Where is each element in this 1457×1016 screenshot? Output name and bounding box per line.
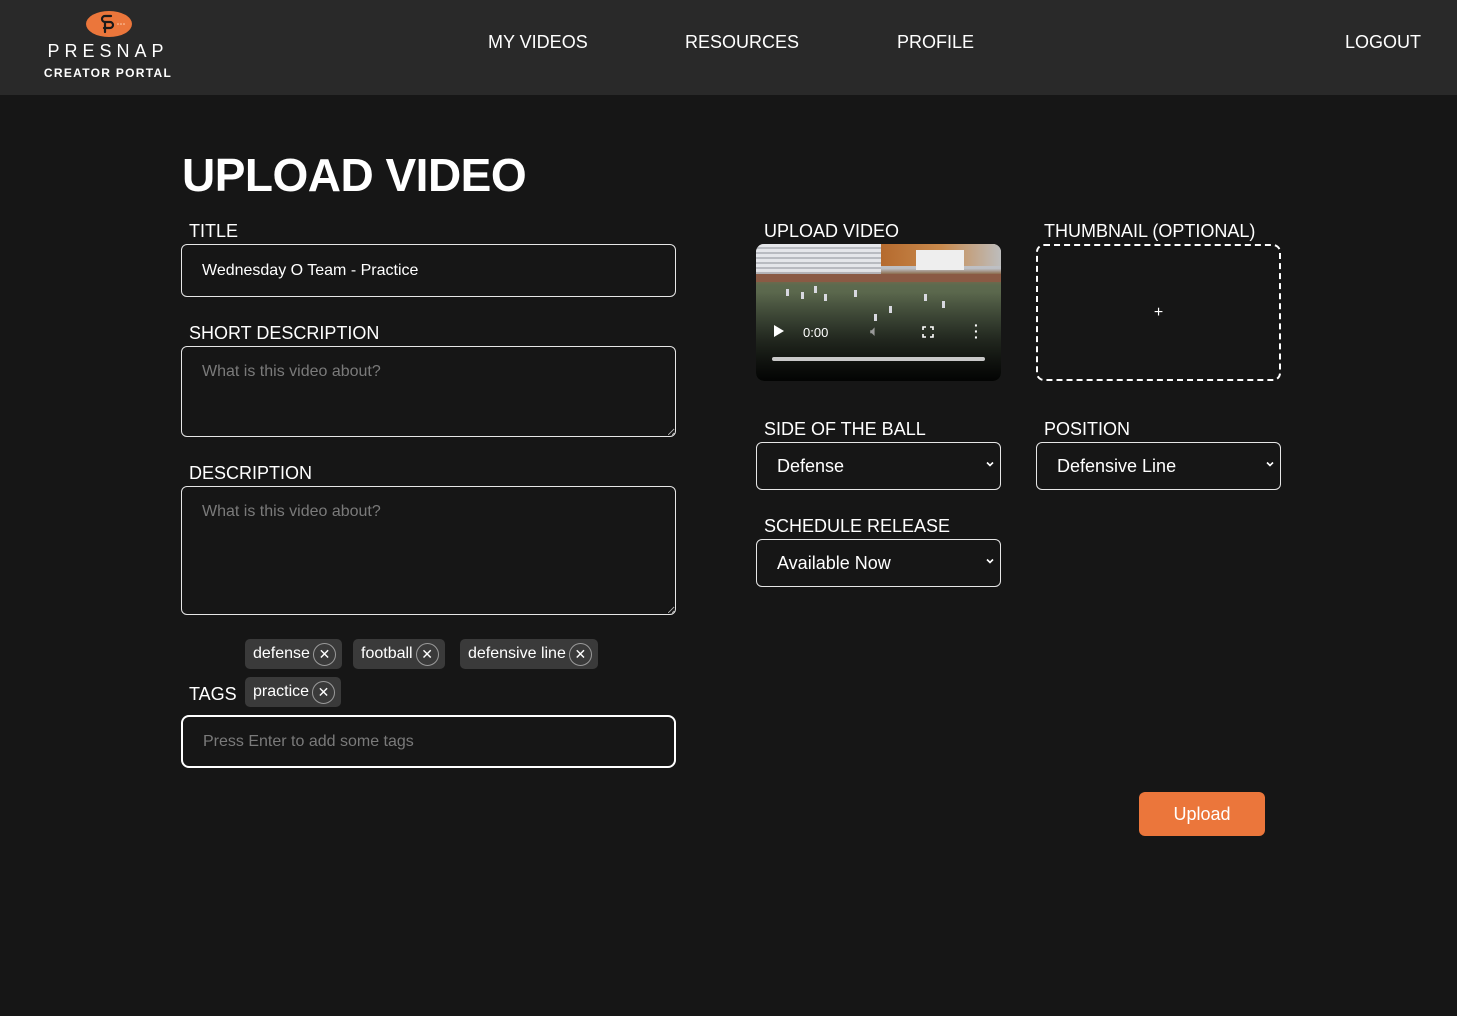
schedule-release-select[interactable]: Available Now — [756, 539, 1001, 587]
page-title: UPLOAD VIDEO — [182, 149, 527, 201]
video-figure — [786, 289, 789, 296]
close-circle-icon[interactable]: ✕ — [415, 642, 439, 666]
tag-chip: practice ✕ — [245, 677, 342, 707]
tag-label: defense — [253, 645, 310, 662]
position-select[interactable]: Defensive Line — [1036, 442, 1281, 490]
brand-name: PRESNAP — [47, 41, 169, 61]
video-track — [756, 274, 1001, 282]
position-value: Defensive Line — [1057, 455, 1177, 476]
side-of-ball-value: Defense — [777, 455, 845, 476]
brand-subtitle: CREATOR PORTAL — [43, 66, 173, 80]
tag-label: practice — [253, 683, 310, 700]
video-current-time: 0:00 — [803, 325, 829, 340]
tag-label: defensive line — [468, 645, 566, 662]
tag-chip: defense ✕ — [245, 639, 342, 669]
video-building — [916, 250, 964, 270]
short-description-textarea[interactable] — [181, 346, 676, 437]
side-of-ball-select[interactable]: Defense — [756, 442, 1001, 490]
video-figure — [874, 314, 877, 321]
description-label: DESCRIPTION — [189, 463, 313, 483]
brand-logo[interactable]: PRESNAP CREATOR PORTAL — [40, 8, 176, 84]
video-figure — [942, 301, 945, 308]
chevron-down-icon — [1266, 461, 1274, 467]
video-figure — [854, 290, 857, 297]
upload-video-label: UPLOAD VIDEO — [764, 221, 900, 241]
tag-label: football — [361, 645, 413, 662]
close-circle-icon[interactable]: ✕ — [312, 642, 336, 666]
video-figure — [824, 294, 827, 301]
close-circle-icon[interactable]: ✕ — [312, 680, 336, 704]
tags-label: TAGS — [189, 684, 237, 704]
nav-resources[interactable]: RESOURCES — [685, 32, 799, 53]
logout-link[interactable]: LOGOUT — [1345, 32, 1421, 53]
short-description-label: SHORT DESCRIPTION — [189, 323, 380, 343]
thumbnail-dropzone[interactable]: + — [1036, 244, 1281, 381]
description-textarea[interactable] — [181, 486, 676, 615]
upload-button[interactable]: Upload — [1139, 792, 1265, 836]
schedule-release-label: SCHEDULE RELEASE — [764, 516, 951, 536]
video-figure — [924, 294, 927, 301]
video-figure — [801, 292, 804, 299]
tag-chip: defensive line ✕ — [460, 639, 598, 669]
side-of-ball-label: SIDE OF THE BALL — [764, 419, 926, 439]
position-label: POSITION — [1044, 419, 1131, 439]
title-label: TITLE — [189, 221, 239, 241]
nav-my-videos[interactable]: MY VIDEOS — [488, 32, 588, 53]
fullscreen-icon[interactable] — [922, 326, 934, 338]
tags-input[interactable] — [181, 715, 676, 768]
video-player[interactable]: 0:00 🔈︎ · · · — [756, 244, 1001, 381]
tag-chip: football ✕ — [353, 639, 445, 669]
play-icon[interactable] — [774, 325, 784, 337]
top-navbar: PRESNAP CREATOR PORTAL MY VIDEOS RESOURC… — [0, 0, 1457, 95]
plus-icon: + — [1153, 303, 1164, 321]
schedule-release-value: Available Now — [777, 552, 891, 573]
video-progress-bar[interactable] — [772, 357, 985, 361]
football-icon — [86, 11, 132, 37]
chevron-down-icon — [986, 558, 994, 564]
chevron-down-icon — [986, 461, 994, 467]
volume-icon[interactable]: 🔈︎ — [870, 323, 879, 340]
more-vertical-icon[interactable]: · · · — [974, 318, 979, 344]
nav-profile[interactable]: PROFILE — [897, 32, 974, 53]
video-stands — [756, 244, 881, 274]
video-figure — [814, 286, 817, 293]
close-circle-icon[interactable]: ✕ — [568, 642, 592, 666]
video-figure — [889, 306, 892, 313]
thumbnail-label: THUMBNAIL (OPTIONAL) — [1044, 221, 1256, 241]
title-input[interactable] — [181, 244, 676, 297]
